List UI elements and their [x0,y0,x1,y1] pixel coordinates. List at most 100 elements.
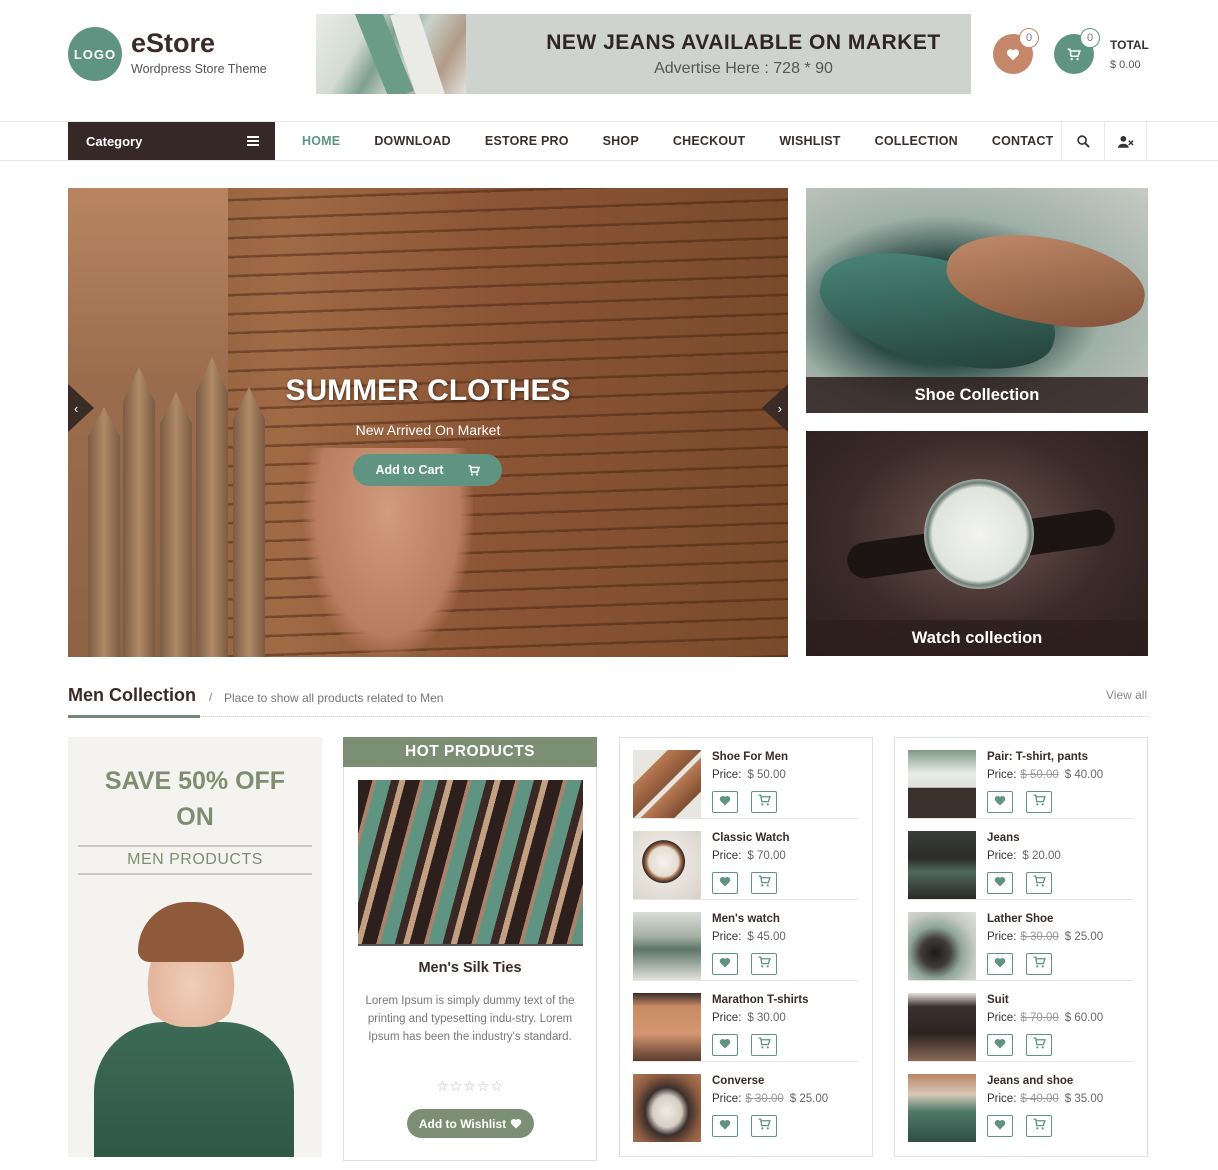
hero-slider[interactable]: ‹ › SUMMER CLOTHES New Arrived On Market… [68,188,788,657]
product-thumbnail[interactable] [908,912,976,980]
menu-item-wishlist[interactable]: WISHLIST [762,134,857,148]
product-name[interactable]: Lather Shoe [987,913,1053,925]
add-to-wishlist-icon-button[interactable] [712,953,738,975]
add-to-wishlist-icon-button[interactable] [987,791,1013,813]
product-list-item: Pair: T-shirt, pants Price: $ 50.00 $ 40.00 [908,738,1134,819]
menu-item-shop[interactable]: SHOP [586,134,656,148]
add-to-wishlist-icon-button[interactable] [987,953,1013,975]
add-to-cart-icon-button[interactable] [1026,953,1052,975]
product-price-row: Price: $ 50.00 $ 40.00 [987,769,1103,781]
cart-count-badge: 0 [1080,28,1100,48]
add-to-cart-icon-button[interactable] [1026,1115,1052,1137]
product-thumbnail[interactable] [908,750,976,818]
add-to-cart-icon-button[interactable] [751,1034,777,1056]
site-title[interactable]: eStore [131,28,215,59]
add-to-wishlist-icon-button[interactable] [712,1034,738,1056]
product-price: $ 70.00 [747,850,786,862]
add-to-wishlist-button[interactable]: Add to Wishlist [407,1109,534,1138]
product-thumbnail[interactable] [908,1074,976,1142]
slider-add-to-cart-button[interactable]: Add to Cart [353,454,502,486]
price-label: Price: [987,931,1017,943]
model-shirt-image [94,1022,294,1157]
product-name[interactable]: Shoe For Men [712,751,788,763]
product-price-row: Price: $ 70.00 [712,850,786,862]
offer-divider [78,845,312,847]
slider-subtitle: New Arrived On Market [355,422,501,438]
save-offer-banner[interactable]: SAVE 50% OFF ON MEN PRODUCTS [68,737,322,1157]
product-list-item: Suit Price: $ 70.00 $ 60.00 [908,981,1134,1062]
product-price: $ 20.00 [1022,850,1061,862]
add-to-wishlist-icon-button[interactable] [987,1115,1013,1137]
add-to-cart-icon-button[interactable] [751,791,777,813]
menu-item-download[interactable]: DOWNLOAD [357,134,468,148]
menu-item-estore-pro[interactable]: ESTORE PRO [468,134,586,148]
add-to-wishlist-icon-button[interactable] [712,791,738,813]
product-name[interactable]: Pair: T-shirt, pants [987,751,1088,763]
product-list-item: Shoe For Men Price: $ 50.00 [633,738,859,819]
product-list-item: Lather Shoe Price: $ 30.00 $ 25.00 [908,900,1134,981]
ad-banner[interactable]: NEW JEANS AVAILABLE ON MARKET Advertise … [316,14,971,94]
product-thumbnail[interactable] [908,993,976,1061]
product-name[interactable]: Suit [987,994,1009,1006]
price-label: Price: [987,769,1017,781]
search-button[interactable] [1061,122,1104,160]
product-list-2: Pair: T-shirt, pants Price: $ 50.00 $ 40.00… [894,737,1148,1157]
watch-collection-promo[interactable]: Watch collection [806,431,1148,656]
logo[interactable]: LOGO [68,27,122,81]
add-to-cart-icon-button[interactable] [1026,1034,1052,1056]
product-thumbnail[interactable] [633,912,701,980]
product-name[interactable]: Jeans and shoe [987,1075,1073,1087]
product-name[interactable]: Jeans [987,832,1020,844]
section-divider [68,716,1148,717]
view-all-link[interactable]: View all [1106,688,1147,702]
site-tagline: Wordpress Store Theme [131,62,267,76]
product-thumbnail[interactable] [633,831,701,899]
add-to-cart-icon-button[interactable] [1026,872,1052,894]
menu-item-home[interactable]: HOME [285,134,357,148]
watch-collection-caption: Watch collection [806,620,1148,656]
add-to-wishlist-label: Add to Wishlist [418,1116,507,1131]
add-to-wishlist-icon-button[interactable] [712,1115,738,1137]
offer-subline: MEN PRODUCTS [127,851,263,868]
product-thumbnail[interactable] [633,993,701,1061]
fence-post [88,407,120,657]
product-thumbnail[interactable] [908,831,976,899]
account-button[interactable] [1104,122,1147,160]
product-name[interactable]: Marathon T-shirts [712,994,808,1006]
add-to-wishlist-icon-button[interactable] [987,1034,1013,1056]
add-to-cart-icon-button[interactable] [1026,791,1052,813]
heart-icon [1006,48,1020,60]
product-name[interactable]: Converse [712,1075,764,1087]
product-list-item: Converse Price: $ 30.00 $ 25.00 [633,1062,859,1143]
heart-icon [719,1036,731,1054]
menu-item-checkout[interactable]: CHECKOUT [656,134,762,148]
menu-item-collection[interactable]: COLLECTION [858,134,975,148]
category-label: Category [86,133,143,149]
add-to-cart-icon-button[interactable] [751,1115,777,1137]
menu-item-contact[interactable]: CONTACT [975,134,1071,148]
product-thumbnail[interactable] [633,750,701,818]
product-name[interactable]: Men's watch [712,913,780,925]
product-thumbnail[interactable] [633,1074,701,1142]
add-to-wishlist-icon-button[interactable] [987,872,1013,894]
price-label: Price: [987,1093,1017,1105]
product-price: $ 25.00 [789,1093,829,1105]
cart-total-label: TOTAL [1110,38,1149,52]
cart-icon [1033,1036,1046,1054]
hot-product-name[interactable]: Men's Silk Ties [344,960,596,976]
product-name[interactable]: Classic Watch [712,832,790,844]
product-list-1: Shoe For Men Price: $ 50.00 Classic Watch Pr… [619,737,873,1157]
section-separator: / [209,690,213,704]
cart-icon [758,955,771,973]
add-to-cart-icon-button[interactable] [751,953,777,975]
add-to-cart-icon-button[interactable] [751,872,777,894]
product-old-price: $ 30.00 [1020,931,1059,943]
user-times-icon [1117,135,1134,148]
hot-product-image[interactable] [358,780,583,944]
shoe-collection-promo[interactable]: Shoe Collection [806,188,1148,413]
add-to-wishlist-icon-button[interactable] [712,872,738,894]
product-price: $ 30.00 [747,1012,786,1024]
category-menu-toggle[interactable]: Category [68,122,275,160]
star-rating[interactable]: ☆☆☆☆☆ [344,1078,596,1095]
cart-icon [1067,48,1081,60]
